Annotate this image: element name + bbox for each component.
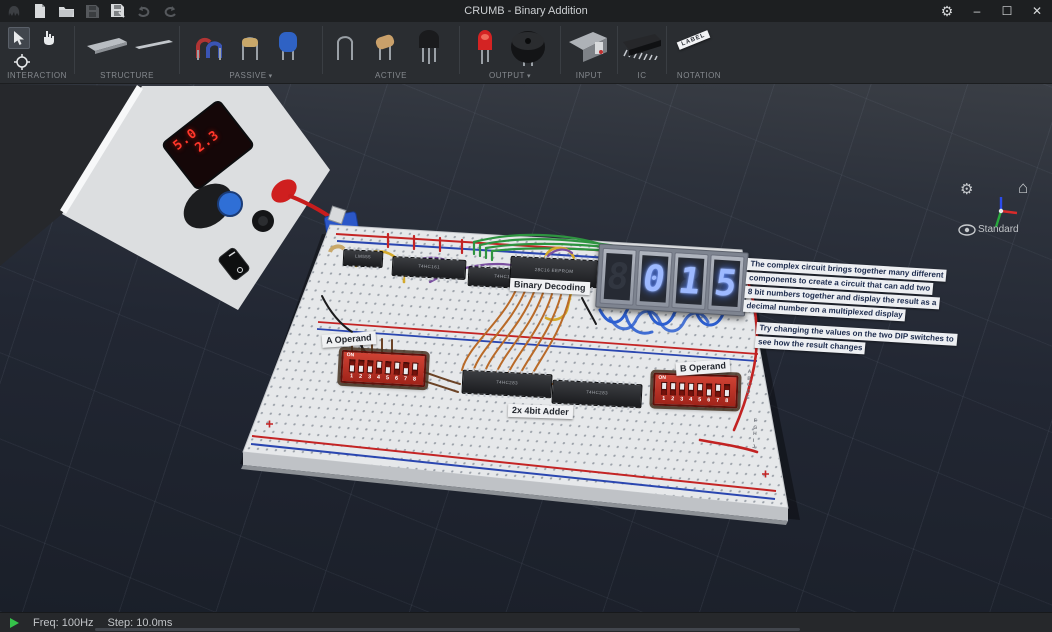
timeline-scrollbar[interactable] <box>95 628 800 631</box>
ic-component[interactable] <box>621 30 663 60</box>
dip-switch-b[interactable]: ON 12345678 <box>652 373 738 409</box>
digit-value: 5 <box>712 262 740 304</box>
digit-value: 1 <box>676 260 704 302</box>
dip-toggle[interactable] <box>358 360 365 373</box>
group-label-passive[interactable]: PASSIVE▾ <box>180 71 322 80</box>
toolbar-group-output: OUTPUT▾ <box>460 22 560 83</box>
dip-toggle[interactable] <box>688 383 694 396</box>
dip-toggle[interactable] <box>376 361 383 374</box>
toolbar-group-active: ACTIVE <box>323 22 459 83</box>
dropdown-caret-icon: ▾ <box>527 73 531 80</box>
group-label-structure: STRUCTURE <box>75 71 179 80</box>
dip-toggle[interactable] <box>349 359 356 372</box>
component-toolbar: INTERACTION STRUCTURE <box>0 22 1052 84</box>
led-component[interactable] <box>474 26 496 66</box>
label-sticker-preview: LABEL <box>677 30 711 50</box>
toolbar-group-interaction: INTERACTION <box>0 22 74 83</box>
adder-label: 2x 4bit Adder <box>508 404 573 419</box>
seven-segment-display: 8 80 81 85 <box>595 243 749 316</box>
label-component[interactable]: LABEL <box>677 36 710 44</box>
toolbar-group-notation: LABEL NOTATION <box>667 22 731 83</box>
transistor-component[interactable] <box>415 28 443 66</box>
crumb-app-window: CRUMB - Binary Addition ⚙ – ☐ ✕ INTERACT… <box>0 0 1052 632</box>
display-digit-cell: 8 <box>599 248 636 306</box>
counter-ic[interactable]: 74HC161 <box>392 256 467 280</box>
display-digit-cell: 81 <box>671 252 708 310</box>
group-label-output[interactable]: OUTPUT▾ <box>460 71 560 80</box>
toolbar-group-passive: PASSIVE▾ <box>180 22 322 83</box>
dip-toggle[interactable] <box>697 383 703 396</box>
group-label-notation: NOTATION <box>667 71 731 80</box>
simulation-statusbar: Freq: 100Hz Step: 10.0ms <box>0 612 1052 632</box>
maximize-button[interactable]: ☐ <box>992 0 1022 22</box>
frequency-readout: Freq: 100Hz <box>33 617 94 629</box>
dip-toggle[interactable] <box>661 382 667 395</box>
dip-numbers: 12345678 <box>655 396 736 407</box>
scene-settings-gear-icon[interactable]: ⚙ <box>960 180 973 198</box>
dip-toggle[interactable] <box>385 361 392 374</box>
group-label-interaction: INTERACTION <box>0 71 74 80</box>
toolbar-group-input: INPUT <box>561 22 617 83</box>
dip-toggle[interactable] <box>412 363 419 376</box>
dip-toggle[interactable] <box>394 362 401 375</box>
close-button[interactable]: ✕ <box>1022 0 1052 22</box>
group-label-ic: IC <box>618 71 666 80</box>
scene-viewport[interactable]: ⚙ ⌂ Standard 5.0 2.3 LM555 74HC161 74HC1… <box>0 84 1052 612</box>
play-button[interactable] <box>10 618 19 628</box>
switch-component[interactable] <box>567 30 611 62</box>
annotation-note-1: The complex circuit brings together many… <box>743 258 947 326</box>
window-title: CRUMB - Binary Addition <box>0 5 1052 17</box>
group-label-input: INPUT <box>561 71 617 80</box>
group-label-active: ACTIVE <box>323 71 459 80</box>
timer-ic[interactable]: LM555 <box>343 249 384 268</box>
toolbar-group-structure: STRUCTURE <box>75 22 179 83</box>
digit-value: 0 <box>640 258 668 300</box>
thermistor-component[interactable] <box>373 28 399 64</box>
dip-switch-a[interactable]: ON 12345678 <box>340 350 427 387</box>
display-digit-cell: 80 <box>635 250 672 308</box>
probe-tool-button[interactable] <box>12 52 32 72</box>
adder-ic-2[interactable]: 74HC283 <box>551 380 642 409</box>
diode-component[interactable] <box>333 28 359 64</box>
interact-hand-tool-button[interactable] <box>36 27 58 49</box>
resistor-component[interactable] <box>192 28 228 64</box>
adder-ic-1[interactable]: 74HC283 <box>461 370 552 399</box>
minimize-button[interactable]: – <box>962 0 992 22</box>
dip-on-label: ON <box>346 352 354 358</box>
resistor-axial-component[interactable] <box>238 28 264 64</box>
dip-toggle[interactable] <box>679 382 685 395</box>
titlebar: CRUMB - Binary Addition ⚙ – ☐ ✕ <box>0 0 1052 22</box>
capacitor-component[interactable] <box>276 28 300 64</box>
settings-gear-icon[interactable]: ⚙ <box>932 0 962 22</box>
dip-toggle[interactable] <box>724 384 730 397</box>
select-tool-button[interactable] <box>8 27 30 49</box>
visibility-eye-icon[interactable] <box>958 224 976 236</box>
dropdown-caret-icon: ▾ <box>269 73 273 80</box>
dip-toggle[interactable] <box>706 383 712 396</box>
dip-toggle[interactable] <box>367 360 374 373</box>
dip-toggle[interactable] <box>670 382 676 395</box>
breadboard-component[interactable] <box>83 36 131 54</box>
buzzer-component[interactable] <box>508 28 548 66</box>
display-digit-cell: 85 <box>707 254 744 312</box>
view-preset-label[interactable]: Standard <box>978 224 1019 235</box>
wire-component[interactable] <box>133 38 175 52</box>
dip-on-label: ON <box>658 375 666 381</box>
dip-toggle[interactable] <box>715 384 721 397</box>
step-readout: Step: 10.0ms <box>108 617 173 629</box>
dip-toggle[interactable] <box>403 362 410 375</box>
toolbar-group-ic: IC <box>618 22 666 83</box>
